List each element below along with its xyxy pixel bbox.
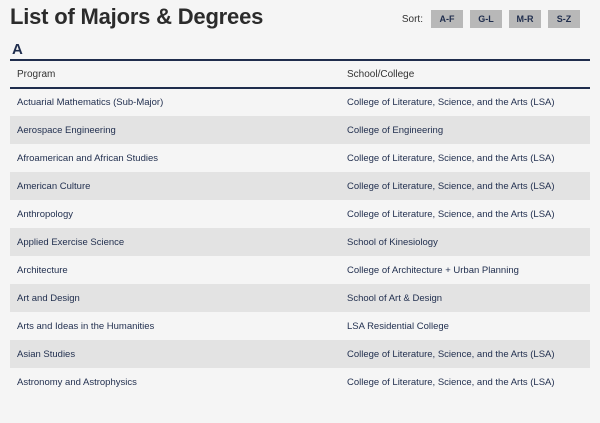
program-cell[interactable]: Actuarial Mathematics (Sub-Major): [10, 88, 347, 116]
program-link[interactable]: Anthropology: [17, 209, 73, 220]
program-cell[interactable]: Anthropology: [10, 200, 347, 228]
table-row[interactable]: Applied Exercise Science School of Kines…: [10, 228, 590, 256]
program-link[interactable]: Aerospace Engineering: [17, 125, 116, 136]
table-row[interactable]: Arts and Ideas in the Humanities LSA Res…: [10, 312, 590, 340]
school-cell: College of Engineering: [347, 124, 444, 136]
program-link[interactable]: American Culture: [17, 181, 90, 192]
school-cell: School of Kinesiology: [347, 236, 438, 248]
table-row[interactable]: Aerospace Engineering College of Enginee…: [10, 116, 590, 144]
school-cell: College of Literature, Science, and the …: [347, 152, 555, 164]
program-link[interactable]: Asian Studies: [17, 349, 75, 360]
school-cell: School of Art & Design: [347, 292, 443, 304]
school-cell: College of Architecture + Urban Planning: [347, 264, 519, 276]
table-row[interactable]: Anthropology College of Literature, Scie…: [10, 200, 590, 228]
majors-page: List of Majors & Degrees Sort: A-F G-L M…: [0, 0, 600, 423]
majors-table: Program School/College Actuarial Mathema…: [10, 61, 590, 396]
program-cell[interactable]: Art and Design: [10, 284, 347, 312]
program-link[interactable]: Art and Design: [17, 293, 80, 304]
section-letter: A: [12, 41, 23, 58]
program-cell[interactable]: Aerospace Engineering: [10, 116, 347, 144]
school-cell: College of Literature, Science, and the …: [347, 180, 555, 192]
table-row[interactable]: Asian Studies College of Literature, Sci…: [10, 340, 590, 368]
school-cell: LSA Residential College: [347, 320, 449, 332]
column-header-program: Program: [10, 61, 347, 89]
table-row[interactable]: Art and Design School of Art & Design: [10, 284, 590, 312]
program-cell[interactable]: Astronomy and Astrophysics: [10, 368, 347, 396]
program-cell[interactable]: Architecture: [10, 256, 347, 284]
sort-button-a-f[interactable]: A-F: [431, 10, 463, 28]
table-row[interactable]: Astronomy and Astrophysics College of Li…: [10, 368, 590, 396]
program-link[interactable]: Arts and Ideas in the Humanities: [17, 321, 154, 332]
table-row[interactable]: Architecture College of Architecture + U…: [10, 256, 590, 284]
program-link[interactable]: Astronomy and Astrophysics: [17, 377, 137, 388]
program-cell[interactable]: Asian Studies: [10, 340, 347, 368]
page-title: List of Majors & Degrees: [10, 4, 264, 29]
sort-button-g-l[interactable]: G-L: [470, 10, 502, 28]
table-row[interactable]: Actuarial Mathematics (Sub-Major) Colleg…: [10, 88, 590, 116]
program-cell[interactable]: Applied Exercise Science: [10, 228, 347, 256]
program-cell[interactable]: Afroamerican and African Studies: [10, 144, 347, 172]
school-cell: College of Literature, Science, and the …: [347, 208, 555, 220]
program-link[interactable]: Architecture: [17, 265, 68, 276]
sort-button-m-r[interactable]: M-R: [509, 10, 541, 28]
program-cell[interactable]: American Culture: [10, 172, 347, 200]
program-link[interactable]: Actuarial Mathematics (Sub-Major): [17, 97, 163, 108]
sort-controls: Sort: A-F G-L M-R S-Z: [402, 10, 580, 28]
sort-label: Sort:: [401, 13, 423, 25]
program-link[interactable]: Applied Exercise Science: [17, 237, 124, 248]
program-cell[interactable]: Arts and Ideas in the Humanities: [10, 312, 347, 340]
sort-button-s-z[interactable]: S-Z: [548, 10, 580, 28]
table-row[interactable]: American Culture College of Literature, …: [10, 172, 590, 200]
table-header-row: Program School/College: [10, 61, 590, 89]
page-header: List of Majors & Degrees Sort: A-F G-L M…: [10, 0, 590, 38]
program-link[interactable]: Afroamerican and African Studies: [17, 153, 158, 164]
column-header-school: School/College: [347, 61, 590, 89]
school-cell: College of Literature, Science, and the …: [347, 97, 555, 108]
school-cell: College of Literature, Science, and the …: [347, 376, 555, 388]
table-row[interactable]: Afroamerican and African Studies College…: [10, 144, 590, 172]
school-cell: College of Literature, Science, and the …: [347, 348, 555, 360]
